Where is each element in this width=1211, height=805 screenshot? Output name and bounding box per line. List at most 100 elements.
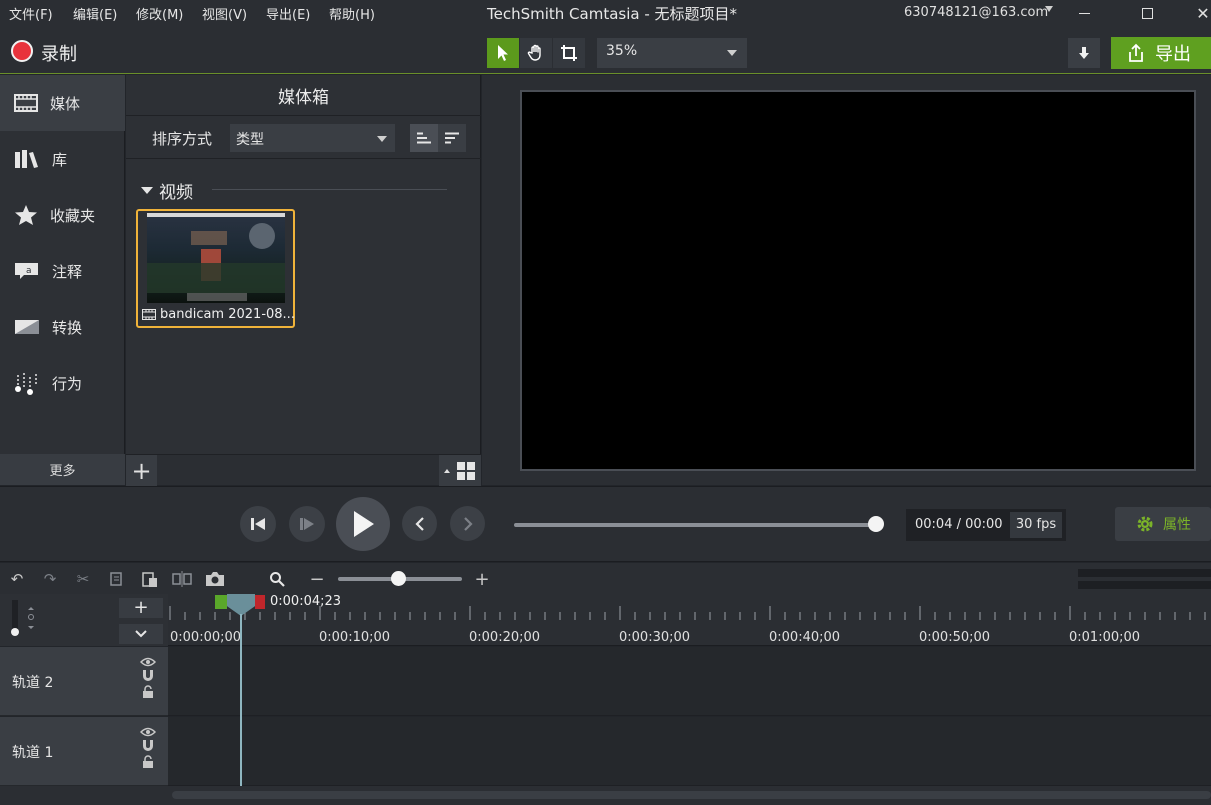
chevron-down-icon	[727, 50, 737, 56]
timeline-header-controls: +	[0, 594, 168, 646]
sidebar-item-transitions[interactable]: 转换	[0, 299, 125, 355]
add-track-button[interactable]: +	[119, 598, 163, 618]
collapse-tracks-button[interactable]	[119, 624, 163, 644]
record-button[interactable]: 录制	[41, 40, 77, 66]
account-dropdown-icon[interactable]	[1045, 6, 1053, 12]
next-marker-button[interactable]	[450, 506, 485, 541]
account-name[interactable]: 630748121@163.com	[904, 5, 1048, 20]
copy-button[interactable]	[106, 568, 128, 590]
redo-button[interactable]: ↷	[39, 568, 61, 590]
grid-view-button[interactable]	[439, 455, 481, 486]
eye-icon[interactable]	[140, 657, 156, 667]
scrubber-track[interactable]	[514, 523, 878, 527]
clip-caption: bandicam 2021-08...	[142, 307, 295, 322]
track-header-2[interactable]: 轨道 2	[0, 647, 168, 716]
video-canvas[interactable]	[520, 90, 1196, 471]
selection-end-handle[interactable]	[255, 595, 265, 609]
snapshot-button[interactable]	[204, 568, 226, 590]
transition-icon	[15, 320, 39, 334]
timeline-scrollbar[interactable]	[172, 791, 1211, 799]
select-tool-button[interactable]	[487, 38, 519, 68]
group-label: 视频	[159, 183, 193, 203]
sidebar-item-media[interactable]: 媒体	[0, 75, 125, 131]
grid-icon	[457, 461, 475, 480]
lock-icon[interactable]	[142, 685, 154, 699]
menu-help[interactable]: 帮助(H)	[329, 4, 375, 23]
paste-button[interactable]	[139, 568, 161, 590]
window-title: TechSmith Camtasia - 无标题项目*	[487, 5, 738, 23]
sidebar-item-library[interactable]: 库	[0, 131, 125, 187]
menu-file[interactable]: 文件(F)	[9, 4, 53, 23]
sidebar-item-label: 媒体	[50, 94, 81, 113]
minus-icon: −	[309, 568, 325, 590]
timeline-overview-bar[interactable]	[1078, 569, 1211, 577]
track-name: 轨道 2	[12, 675, 54, 691]
fps-selector[interactable]: 30 fps	[1010, 512, 1062, 538]
plus-icon: +	[131, 456, 152, 485]
sidebar-item-favorites[interactable]: 收藏夹	[0, 187, 125, 243]
selection-start-handle[interactable]	[215, 595, 227, 609]
close-button[interactable]: ✕	[1180, 0, 1211, 26]
menu-export[interactable]: 导出(E)	[266, 4, 310, 23]
close-icon: ✕	[1196, 3, 1210, 23]
crop-tool-button[interactable]	[553, 38, 585, 68]
track-zoom-icon	[28, 607, 34, 629]
track-header-1[interactable]: 轨道 1	[0, 717, 168, 786]
pointer-icon	[498, 45, 508, 61]
sidebar-item-annotations[interactable]: a 注释	[0, 243, 125, 299]
sort-select[interactable]: 类型	[230, 124, 395, 152]
timeline-zoom-handle[interactable]	[391, 571, 406, 586]
zoom-out-button[interactable]: −	[306, 568, 328, 590]
sort-ascending-button[interactable]	[410, 124, 438, 152]
menu-edit[interactable]: 编辑(E)	[73, 4, 117, 23]
magnet-icon[interactable]	[141, 739, 155, 753]
chevron-down-icon	[377, 136, 387, 142]
play-button[interactable]	[336, 497, 390, 551]
track-height-handle[interactable]	[11, 628, 19, 636]
zoom-fit-button[interactable]	[266, 568, 288, 590]
previous-marker-button[interactable]	[402, 506, 437, 541]
step-forward-button[interactable]	[289, 506, 325, 542]
timeline-overview-bar[interactable]	[1078, 581, 1211, 589]
download-button[interactable]	[1068, 38, 1100, 68]
split-button[interactable]	[171, 568, 193, 590]
split-icon	[172, 571, 192, 587]
track-lane-1[interactable]	[168, 717, 1211, 786]
step-back-button[interactable]	[240, 506, 276, 542]
media-clip-card[interactable]: bandicam 2021-08...	[136, 209, 295, 328]
minimize-button[interactable]	[1061, 0, 1107, 26]
more-button[interactable]: 更多	[0, 454, 125, 485]
timeline-toolbar: ↶ ↷ ✂ − +	[0, 563, 1211, 594]
cut-button[interactable]: ✂	[72, 568, 94, 590]
panel-title: 媒体箱	[278, 88, 329, 108]
export-button[interactable]: 导出	[1111, 37, 1211, 69]
tick-label: 0:00:20;00	[469, 630, 541, 645]
camera-icon	[206, 572, 224, 586]
tick-label: 0:00:40;00	[769, 630, 841, 645]
caret-up-icon	[444, 468, 450, 473]
pan-tool-button[interactable]	[520, 38, 552, 68]
scrubber-handle[interactable]	[868, 516, 884, 532]
download-icon	[1079, 47, 1089, 59]
properties-label: 属性	[1163, 517, 1191, 533]
undo-button[interactable]: ↶	[6, 568, 28, 590]
menu-modify[interactable]: 修改(M)	[136, 4, 183, 23]
eye-icon[interactable]	[140, 727, 156, 737]
add-media-button[interactable]: +	[126, 455, 157, 486]
menu-view[interactable]: 视图(V)	[202, 4, 247, 23]
track-height-slider[interactable]	[12, 600, 18, 630]
sidebar-item-behaviors[interactable]: 行为	[0, 355, 125, 411]
sort-descending-button[interactable]	[438, 124, 466, 152]
magnet-icon[interactable]	[141, 669, 155, 683]
zoom-select[interactable]: 35%	[597, 38, 747, 68]
properties-button[interactable]: 属性	[1115, 507, 1211, 541]
maximize-button[interactable]	[1124, 0, 1170, 26]
group-header-video[interactable]: 视频	[141, 178, 193, 203]
annotation-icon: a	[15, 263, 38, 279]
sort-ascending-icon	[417, 132, 431, 144]
lock-icon[interactable]	[142, 755, 154, 769]
track-lane-2[interactable]	[168, 647, 1211, 716]
gear-icon	[1137, 516, 1153, 532]
zoom-in-button[interactable]: +	[471, 568, 493, 590]
record-icon[interactable]	[11, 40, 33, 62]
